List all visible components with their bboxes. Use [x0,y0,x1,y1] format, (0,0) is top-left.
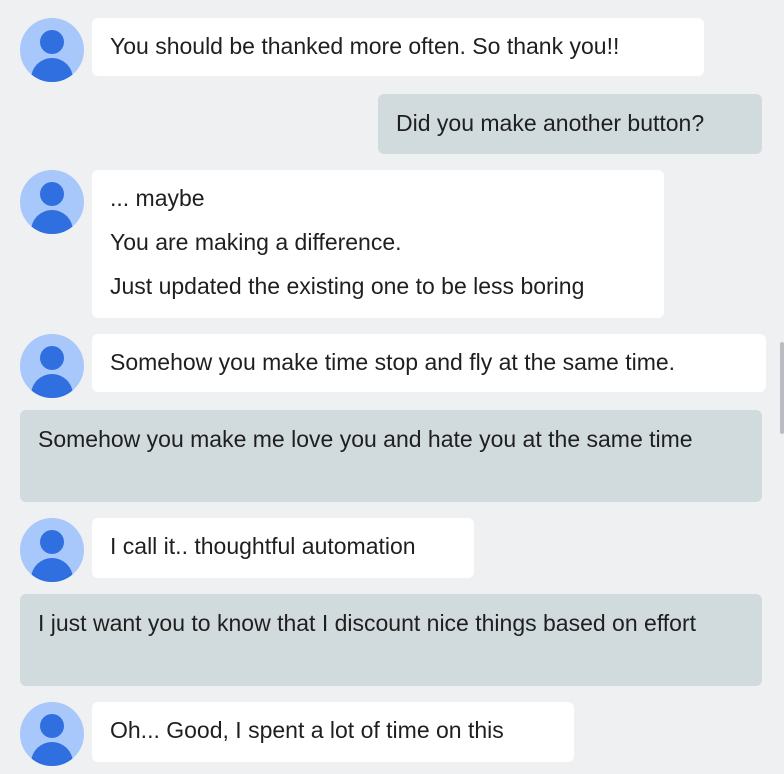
user-avatar-icon [20,334,84,398]
bot-message: I call it.. thoughtful automation [92,518,474,578]
message-text: Did you make another button? [396,110,705,136]
user-message: Somehow you make me love you and hate yo… [20,410,762,502]
user-avatar-icon [20,518,84,582]
chat-transcript[interactable]: You should be thanked more often. So tha… [0,0,784,774]
user-message: Did you make another button? [378,94,762,154]
user-avatar-icon [20,18,84,82]
user-avatar-icon [20,702,84,766]
message-text: Somehow you make time stop and fly at th… [110,349,676,375]
bot-message: Oh... Good, I spent a lot of time on thi… [92,702,574,762]
bot-message: Somehow you make time stop and fly at th… [92,334,766,392]
bot-message: You should be thanked more often. So tha… [92,18,704,76]
message-text: Somehow you make me love you and hate yo… [38,426,693,452]
user-avatar-icon [20,170,84,234]
message-text: I call it.. thoughtful automation [110,533,416,559]
message-text: I just want you to know that I discount … [38,610,697,636]
message-text: You are making a difference. [110,229,402,255]
message-text: You should be thanked more often. So tha… [110,33,620,59]
user-message: I just want you to know that I discount … [20,594,762,686]
message-text: Just updated the existing one to be less… [110,273,585,299]
message-text: Oh... Good, I spent a lot of time on thi… [110,717,504,743]
bot-message: ... maybe You are making a difference. J… [92,170,664,318]
scrollbar[interactable] [780,342,784,434]
message-text: ... maybe [110,185,205,211]
